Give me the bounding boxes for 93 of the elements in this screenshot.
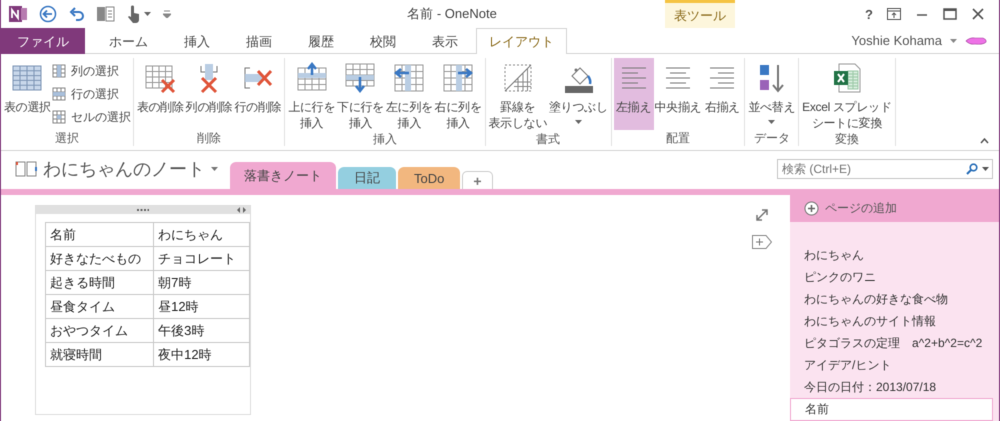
- section-tab[interactable]: 落書きノート: [230, 162, 336, 189]
- group-label: 削除: [196, 130, 222, 146]
- table-cell: 朝7時: [154, 270, 250, 294]
- caret-icon: [950, 38, 957, 42]
- page-item[interactable]: わにちゃん: [790, 244, 999, 266]
- dock-icon[interactable]: [97, 6, 115, 22]
- table-cell: わにちゃん: [154, 222, 250, 246]
- ribbon-button[interactable]: 中央揃え: [654, 58, 702, 130]
- ribbon-button[interactable]: セルの選択: [52, 108, 131, 126]
- maximize-icon[interactable]: [943, 8, 957, 20]
- ribbon-button[interactable]: Excel スプレッドシートに変換: [801, 58, 893, 131]
- page-item[interactable]: わにちゃんの好きな食べ物: [790, 288, 999, 310]
- collapse-ribbon-icon[interactable]: [980, 138, 989, 144]
- section-tab[interactable]: ToDo: [398, 167, 460, 189]
- group-label: 変換: [834, 131, 860, 147]
- expand-icon[interactable]: [756, 209, 768, 221]
- notebook-icon: [15, 161, 37, 177]
- table-cell: 昼食タイム: [46, 294, 154, 318]
- group-label: データ: [752, 130, 791, 146]
- search-icon[interactable]: [966, 163, 978, 175]
- ribbon-button[interactable]: 表の削除: [136, 58, 185, 130]
- ribbon-tab[interactable]: 校閲: [352, 28, 414, 54]
- ribbon-button[interactable]: 下に行を挿入: [336, 58, 385, 131]
- group-label: 選択: [54, 130, 80, 146]
- touch-hand-icon[interactable]: [127, 5, 141, 23]
- user-name[interactable]: Yoshie Kohama: [851, 33, 942, 48]
- back-icon[interactable]: [39, 5, 57, 23]
- page-item[interactable]: 名前: [790, 398, 993, 421]
- table-cell: 午後3時: [154, 318, 250, 342]
- section-tab[interactable]: 日記: [338, 167, 396, 189]
- add-page-button[interactable]: ページの追加: [790, 195, 999, 222]
- table-cell: チョコレート: [154, 246, 250, 270]
- page-item[interactable]: 今日の日付：2013/07/18: [790, 376, 999, 398]
- move-handle[interactable]: [36, 206, 250, 214]
- ribbon-tab[interactable]: レイアウト: [476, 28, 567, 54]
- ribbon-button[interactable]: 右に列を挿入: [434, 58, 482, 131]
- ribbon-button[interactable]: 並べ替え: [747, 58, 796, 130]
- row-grid-icon: [52, 87, 66, 101]
- add-section-tab[interactable]: +: [462, 171, 493, 189]
- ribbon-button[interactable]: 列の選択: [52, 62, 131, 80]
- window-title: 名前 - OneNote: [406, 5, 498, 23]
- ribbon-button[interactable]: 表の選択: [3, 58, 52, 130]
- table-cell: 好きなたべもの: [46, 246, 154, 270]
- help-button[interactable]: ?: [865, 6, 873, 22]
- ribbon-tab[interactable]: 挿入: [166, 28, 228, 54]
- notebook-logo-icon[interactable]: [9, 5, 27, 23]
- table-cell: 夜中12時: [154, 342, 250, 366]
- plus-circle-icon: [804, 201, 819, 216]
- ribbon-button[interactable]: 列の削除: [184, 58, 234, 130]
- add-tag-icon[interactable]: [752, 235, 772, 249]
- column-insert-left-icon: [393, 62, 426, 94]
- customize-menu-icon[interactable]: [163, 10, 171, 18]
- ribbon-tab[interactable]: 表示: [414, 28, 476, 54]
- close-icon[interactable]: [971, 8, 985, 20]
- ribbon-button[interactable]: 左に列を挿入: [384, 58, 434, 131]
- page-item[interactable]: アイデア/ヒント: [790, 354, 999, 376]
- group-label: 書式: [535, 131, 562, 147]
- page-item[interactable]: ピンクのワニ: [790, 266, 999, 288]
- ribbon-button[interactable]: 行の選択: [52, 85, 131, 103]
- table-cell: おやつタイム: [46, 318, 154, 342]
- ribbon-button[interactable]: 罫線を表示しない: [488, 58, 548, 131]
- column-grid-icon: [52, 64, 66, 78]
- ribbon-display-icon[interactable]: [887, 8, 901, 20]
- ribbon-button[interactable]: 上に行を挿入: [287, 58, 336, 131]
- ribbon-button[interactable]: 塗りつぶし: [548, 58, 609, 131]
- table-cell: 昼12時: [154, 294, 250, 318]
- contextual-tab-title: 表ツール: [665, 0, 736, 28]
- undo-icon[interactable]: [69, 6, 85, 22]
- group-label: 配置: [664, 130, 691, 146]
- caret-icon: [144, 12, 151, 16]
- ribbon-button[interactable]: 右揃え: [702, 58, 742, 130]
- cell-grid-icon: [52, 110, 66, 124]
- ribbon-tab[interactable]: ホーム: [91, 28, 166, 54]
- table-cell: 名前: [46, 222, 154, 246]
- ribbon-button[interactable]: 左揃え: [614, 58, 654, 130]
- caret-icon: [211, 167, 218, 171]
- ribbon-tab[interactable]: 描画: [228, 28, 290, 54]
- column-insert-right-icon: [442, 62, 474, 94]
- group-label: 挿入: [372, 131, 398, 147]
- resize-arrows-icon[interactable]: [237, 207, 246, 213]
- row-insert-below-icon: [344, 62, 376, 94]
- border-grid-icon: [502, 62, 534, 94]
- page-item[interactable]: ピタゴラスの定理 a^2+b^2=c^2: [790, 332, 999, 354]
- page-item[interactable]: わにちゃんのサイト情報: [790, 310, 999, 332]
- ribbon-tab[interactable]: 履歴: [290, 28, 352, 54]
- ribbon-button[interactable]: 行の削除: [233, 58, 282, 130]
- search-field[interactable]: 検索 (Ctrl+E): [777, 159, 993, 179]
- avatar-icon[interactable]: [965, 36, 987, 46]
- caret-icon: [982, 167, 989, 171]
- ribbon-tab[interactable]: ファイル: [1, 28, 85, 54]
- table-cell: 起きる時間: [46, 270, 154, 294]
- notebook-name[interactable]: わにちゃんのノート: [43, 157, 205, 181]
- table-cell: 就寝時間: [46, 342, 154, 366]
